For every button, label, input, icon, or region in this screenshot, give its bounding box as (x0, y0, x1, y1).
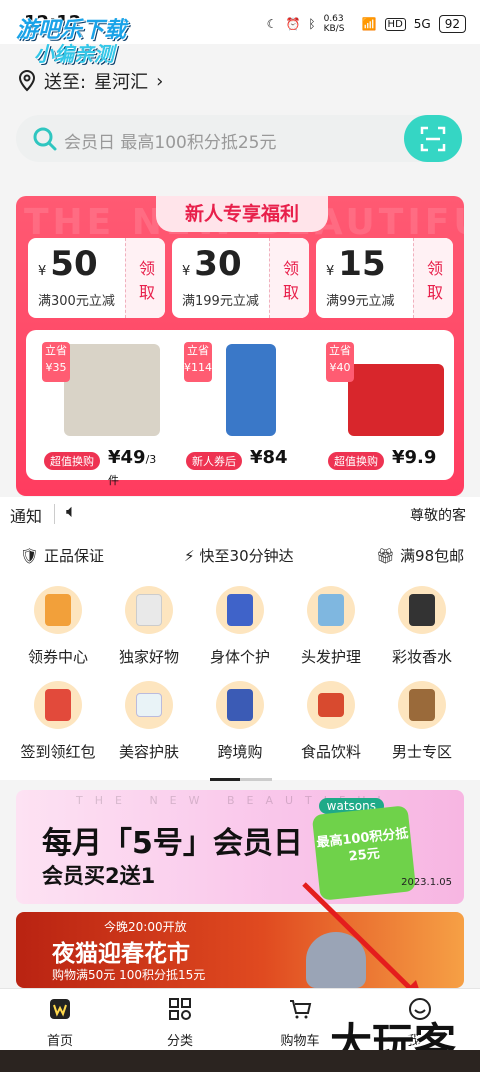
razor-icon (398, 681, 446, 729)
coupon-30[interactable]: ¥30 满199元立减 领取 (172, 238, 309, 318)
home-icon (50, 999, 70, 1019)
address-location: 星河汇 (94, 72, 149, 93)
banner2-subtitle: 购物满50元 100积分抵15元 (52, 968, 206, 982)
product-card[interactable]: 立省 ¥35 超值换购 ¥49/3件 (34, 340, 164, 487)
battery-level: 92 (438, 15, 466, 33)
category-skincare[interactable]: 美容护肤 (106, 681, 192, 762)
notice-text: 尊敬的客 (410, 508, 466, 524)
search-input[interactable]: 会员日 最高100积分抵25元 (64, 128, 276, 153)
product-tube-icon (125, 586, 173, 634)
banner1-subtitle: 会员买2送1 (42, 864, 156, 888)
perk-authentic: 🛡︎ 正品保证 (20, 546, 105, 566)
hair-product-icon (307, 586, 355, 634)
coupon-amount: 15 (338, 244, 386, 284)
coupon-currency: ¥ (326, 264, 335, 279)
watermark-top-line2: 小编亲测 (34, 42, 114, 66)
system-nav-bar (0, 1050, 480, 1072)
alarm-icon: ⏰ (285, 17, 301, 31)
tab-cart[interactable]: 购物车 (265, 997, 335, 1049)
product-card[interactable]: 立省 ¥40 超值换购 ¥9.9 (318, 340, 448, 474)
grid-icon (169, 998, 191, 1020)
makeup-icon (398, 586, 446, 634)
notice-divider (54, 504, 55, 524)
perk-free-shipping: 🎁︎ 满98包邮 (376, 546, 465, 566)
net-speed: 0.63 KB/S (323, 14, 345, 34)
gift-icon: 🎁︎ (376, 546, 396, 565)
product-image-lotion (226, 344, 276, 436)
coupon-currency: ¥ (38, 264, 47, 279)
body-wash-icon (216, 586, 264, 634)
red-packet-icon (34, 681, 82, 729)
product-price: ¥49/3件 (108, 447, 157, 487)
category-makeup[interactable]: 彩妆香水 (379, 586, 465, 667)
bluetooth-icon: ᛒ (308, 17, 316, 31)
product-card[interactable]: 立省 ¥114 新人券后 ¥84 (176, 340, 306, 474)
category-sign-in[interactable]: 签到领红包 (15, 681, 101, 762)
lightning-icon: ⚡︎ (184, 546, 195, 565)
tab-home[interactable]: 首页 (25, 997, 95, 1049)
signal-label: 5G (413, 17, 431, 31)
coupon-icon (34, 586, 82, 634)
coupon-amount: 50 (50, 244, 98, 284)
product-price: ¥9.9 (392, 447, 437, 468)
address-prefix: 送至: (44, 72, 87, 93)
coupon-amount: 30 (194, 244, 242, 284)
coupon-condition: 满300元立减 (38, 294, 115, 309)
wifi-icon: 📶 (361, 17, 377, 31)
shield-check-icon: 🛡︎ (20, 546, 40, 565)
save-tag: 立省 ¥35 (42, 342, 70, 382)
perk-fast-delivery: ⚡︎ 快至30分钟达 (184, 546, 294, 566)
banner1-title: 每月「5号」会员日 (42, 826, 303, 861)
claim-coupon-button[interactable]: 领取 (125, 238, 165, 318)
banner2-time: 今晚20:00开放 (104, 920, 187, 934)
claim-coupon-button[interactable]: 领取 (269, 238, 309, 318)
product-badge: 超值换购 (328, 452, 384, 470)
category-exclusive[interactable]: 独家好物 (106, 586, 192, 667)
coupon-15[interactable]: ¥15 满99元立减 领取 (316, 238, 453, 318)
cream-jar-icon (125, 681, 173, 729)
notice-bar[interactable]: 通知 🔈︎ 尊敬的客 (0, 497, 480, 531)
category-body-care[interactable]: 身体个护 (197, 586, 283, 667)
coupon-condition: 满199元立减 (182, 294, 259, 309)
perks-and-categories: 🛡︎ 正品保证 ⚡︎ 快至30分钟达 🎁︎ 满98包邮 领券中心 独家好物 身体个护 … (0, 531, 480, 780)
moon-icon: ☾ (266, 17, 278, 31)
product-badge: 新人券后 (186, 452, 242, 470)
hd-badge: HD (384, 17, 406, 31)
save-tag: 立省 ¥40 (326, 342, 354, 382)
category-coupon-center[interactable]: 领券中心 (15, 586, 101, 667)
notice-label: 通知 (10, 507, 43, 526)
category-hair-care[interactable]: 头发护理 (288, 586, 374, 667)
category-men[interactable]: 男士专区 (379, 681, 465, 762)
tab-category[interactable]: 分类 (145, 997, 215, 1049)
speaker-icon: 🔈︎ (66, 501, 77, 522)
scan-button[interactable] (404, 115, 462, 162)
category-food[interactable]: 食品饮料 (288, 681, 374, 762)
product-image-gift-box (348, 364, 444, 436)
product-image-cotton-pads (64, 344, 160, 436)
delivery-address[interactable]: 送至: 星河汇 › (18, 68, 163, 94)
product-price: ¥84 (250, 447, 288, 468)
new-user-benefits-card: THE NEW BEAUTIFUL 新人专享福利 ¥50 满300元立减 领取 … (16, 196, 464, 496)
category-cross-border[interactable]: 跨境购 (197, 681, 283, 762)
coupon-currency: ¥ (182, 264, 191, 279)
cart-icon (290, 1000, 312, 1019)
coupon-50[interactable]: ¥50 满300元立减 领取 (28, 238, 165, 318)
chevron-right-icon: › (156, 70, 164, 92)
category-page-indicator-active (210, 778, 240, 781)
bottle-icon (216, 681, 264, 729)
save-tag: 立省 ¥114 (184, 342, 212, 382)
coupon-condition: 满99元立减 (326, 294, 395, 309)
search-bar[interactable]: 会员日 最高100积分抵25元 (16, 115, 462, 162)
search-icon (33, 127, 57, 151)
location-pin-icon (18, 70, 36, 92)
status-icons: ☾ ⏰ ᛒ 0.63 KB/S 📶 HD 5G 92 (267, 14, 466, 34)
new-user-title: 新人专享福利 (156, 196, 328, 232)
banner2-title: 夜猫迎春花市 (52, 941, 190, 967)
claim-coupon-button[interactable]: 领取 (413, 238, 453, 318)
snack-icon (307, 681, 355, 729)
scan-icon (420, 126, 446, 151)
new-user-products: 立省 ¥35 超值换购 ¥49/3件 立省 ¥114 新人券后 ¥84 立省 ¥40 … (26, 330, 454, 487)
product-badge: 超值换购 (44, 452, 100, 470)
category-page-indicator (240, 778, 272, 781)
